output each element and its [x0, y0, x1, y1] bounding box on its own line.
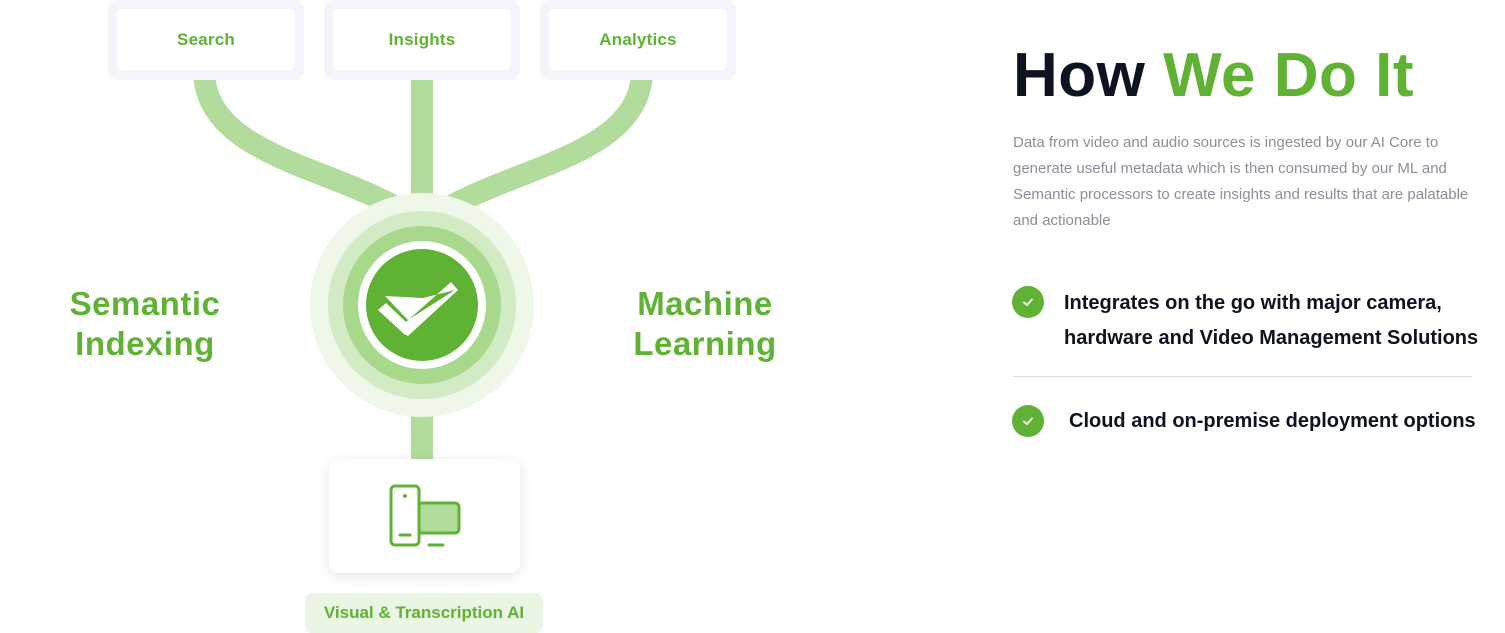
title-part-1: How: [1013, 41, 1146, 110]
feature-item-integrations: Integrates on the go with major camera, …: [1012, 286, 1504, 356]
page-title: How We Do It: [1013, 40, 1414, 112]
feature-text-integrations: Integrates on the go with major camera, …: [1064, 292, 1479, 349]
bottom-caption: Visual & Transcription AI: [305, 593, 543, 633]
check-icon: [1012, 286, 1044, 318]
hub: [310, 193, 534, 417]
title-part-2: We Do It: [1163, 41, 1414, 110]
node-search-label: Search: [117, 9, 295, 70]
node-search[interactable]: Search: [108, 0, 304, 80]
semantic-indexing-label: Semantic Indexing: [69, 285, 221, 362]
node-analytics-label: Analytics: [549, 9, 727, 70]
node-insights[interactable]: Insights: [324, 0, 520, 80]
node-analytics[interactable]: Analytics: [540, 0, 736, 80]
device-card: [329, 459, 520, 573]
divider: [1013, 376, 1472, 377]
feature-text-deployment: Cloud and on-premise deployment options: [1069, 410, 1476, 432]
check-icon: [1012, 405, 1044, 437]
description-text: Data from video and audio sources is ing…: [1013, 134, 1469, 229]
machine-learning-label: Machine Learning: [633, 285, 777, 362]
how-we-do-it-section: Search Insights Analytics Semantic Index…: [0, 0, 1505, 633]
devices-icon: [389, 484, 461, 547]
feature-item-deployment: Cloud and on-premise deployment options: [1012, 404, 1476, 439]
node-insights-label: Insights: [333, 9, 511, 70]
